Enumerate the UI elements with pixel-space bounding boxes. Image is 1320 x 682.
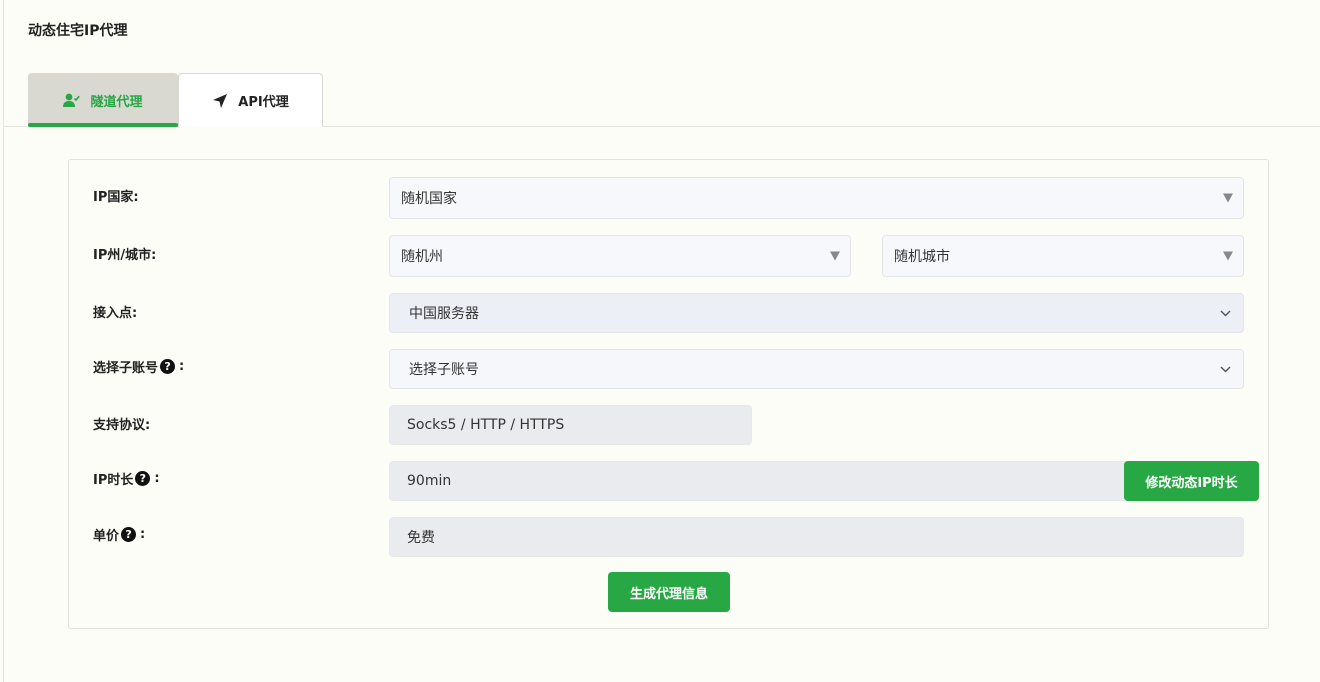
price-field: 免费 — [389, 517, 1244, 557]
price-label: 单价 — [93, 529, 120, 544]
chevron-down-icon — [1220, 305, 1231, 321]
price-colon: : — [140, 527, 146, 542]
duration-label: IP时长 — [93, 473, 134, 488]
proxy-form-panel: IP国家: 随机国家 IP州/城市: 随机州 随机城市 接入点: 中国服务器 选… — [68, 159, 1269, 629]
state-select-value: 随机州 — [401, 249, 443, 265]
user-check-icon — [63, 93, 81, 108]
duration-colon: : — [154, 471, 160, 486]
question-circle-icon[interactable]: ? — [160, 359, 176, 374]
page-title: 动态住宅IP代理 — [28, 23, 128, 39]
question-circle-icon[interactable]: ? — [121, 527, 137, 542]
generate-proxy-button[interactable]: 生成代理信息 — [608, 572, 730, 612]
location-arrow-icon — [212, 93, 228, 109]
access-point-value: 中国服务器 — [409, 306, 479, 322]
duration-label-row: IP时长 ? : — [93, 469, 160, 488]
page-container: 动态住宅IP代理 隧道代理 API代理 IP国家: 随机国家 IP州/城市: 随… — [3, 0, 1320, 682]
sub-account-select[interactable]: 选择子账号 — [389, 349, 1244, 389]
caret-down-icon — [1223, 251, 1233, 261]
sub-account-colon: : — [179, 359, 185, 374]
country-label: IP国家: — [93, 190, 139, 205]
protocol-label: 支持协议: — [93, 418, 151, 433]
modify-duration-button[interactable]: 修改动态IP时长 — [1124, 461, 1259, 501]
duration-value: 90min — [407, 473, 452, 489]
access-point-label: 接入点: — [93, 306, 138, 321]
chevron-down-icon — [1220, 361, 1231, 377]
tab-api-proxy[interactable]: API代理 — [178, 73, 323, 127]
price-label-row: 单价 ? : — [93, 525, 145, 544]
question-circle-icon[interactable]: ? — [135, 471, 151, 486]
protocol-field: Socks5 / HTTP / HTTPS — [389, 405, 752, 445]
tab-tunnel-proxy[interactable]: 隧道代理 — [28, 73, 178, 127]
city-select-value: 随机城市 — [894, 249, 950, 265]
tab-api-label: API代理 — [238, 95, 289, 110]
city-select[interactable]: 随机城市 — [882, 235, 1244, 277]
duration-field: 90min — [389, 461, 1129, 501]
sub-account-label: 选择子账号 — [93, 361, 159, 376]
country-select-value: 随机国家 — [401, 191, 457, 207]
price-value: 免费 — [407, 530, 435, 546]
state-select[interactable]: 随机州 — [389, 235, 851, 277]
state-city-label: IP州/城市: — [93, 248, 157, 263]
sub-account-value: 选择子账号 — [409, 362, 479, 378]
access-point-select[interactable]: 中国服务器 — [389, 293, 1244, 333]
caret-down-icon — [830, 251, 840, 261]
sub-account-label-row: 选择子账号 ? : — [93, 357, 184, 376]
tab-tunnel-label: 隧道代理 — [90, 95, 143, 110]
protocol-value: Socks5 / HTTP / HTTPS — [407, 417, 565, 433]
country-select[interactable]: 随机国家 — [389, 177, 1244, 219]
caret-down-icon — [1223, 193, 1233, 203]
